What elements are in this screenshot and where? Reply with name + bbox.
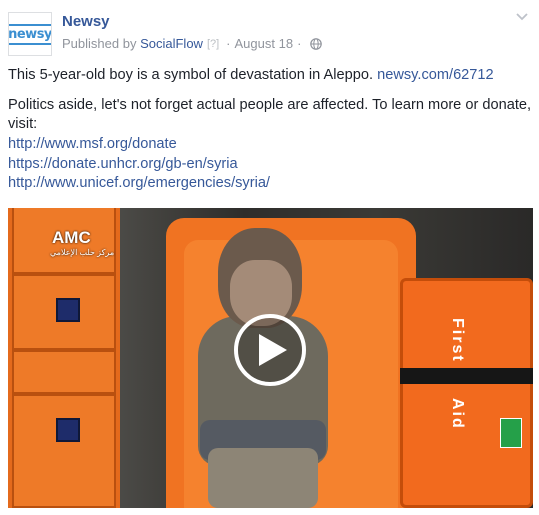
post-text-line-1: This 5-year-old boy is a symbol of devas… <box>8 66 533 85</box>
meta-separator-2: · <box>297 36 302 51</box>
cabinet-drawer <box>12 350 116 394</box>
donation-links: http://www.msf.org/donate https://donate… <box>8 135 270 194</box>
unhcr-donate-link[interactable]: https://donate.unhcr.org/gb-en/syria <box>8 155 270 175</box>
drawer-latch <box>56 298 80 322</box>
published-by-label: Published by <box>62 36 137 51</box>
first-aid-case <box>400 278 533 508</box>
page-name-link[interactable]: Newsy <box>62 13 110 30</box>
meta-separator: · <box>226 36 231 51</box>
aid-label: Aid <box>449 398 466 430</box>
first-aid-strap <box>400 368 533 384</box>
facebook-post: newsy Newsy Published by SocialFlow [?] … <box>0 0 539 515</box>
first-aid-sign <box>500 418 522 448</box>
unicef-donate-link[interactable]: http://www.unicef.org/emergencies/syria/ <box>8 174 270 194</box>
newsy-logo: newsy <box>8 23 52 45</box>
chevron-down-icon[interactable] <box>515 12 529 22</box>
post-date[interactable]: August 18 <box>235 36 294 51</box>
video-player[interactable]: AMC مركز حلب الإعلامي First Aid <box>8 208 533 508</box>
cabinet-drawer <box>12 274 116 350</box>
msf-donate-link[interactable]: http://www.msf.org/donate <box>8 135 270 155</box>
video-watermark-sub: مركز حلب الإعلامي <box>50 248 115 257</box>
cabinet-drawer <box>12 394 116 508</box>
avatar-logo-text: newsy <box>8 26 52 42</box>
publisher-link[interactable]: SocialFlow <box>140 36 203 51</box>
video-watermark: AMC <box>52 228 91 247</box>
post-text-1: This 5-year-old boy is a symbol of devas… <box>8 67 374 83</box>
first-aid-label: First <box>449 318 466 363</box>
page-avatar[interactable]: newsy <box>8 12 52 56</box>
play-button[interactable] <box>234 314 306 386</box>
post-text-2: Politics aside, let's not forget actual … <box>8 97 532 132</box>
ambulance-cabinet: AMC مركز حلب الإعلامي <box>8 208 120 508</box>
globe-icon[interactable] <box>310 37 323 50</box>
post-meta: Published by SocialFlow [?] · August 18 … <box>62 36 323 51</box>
article-link[interactable]: newsy.com/62712 <box>377 67 494 83</box>
drawer-latch <box>56 418 80 442</box>
child-figure-legs <box>208 448 318 508</box>
help-link[interactable]: [?] <box>207 38 219 50</box>
play-icon <box>259 334 287 366</box>
